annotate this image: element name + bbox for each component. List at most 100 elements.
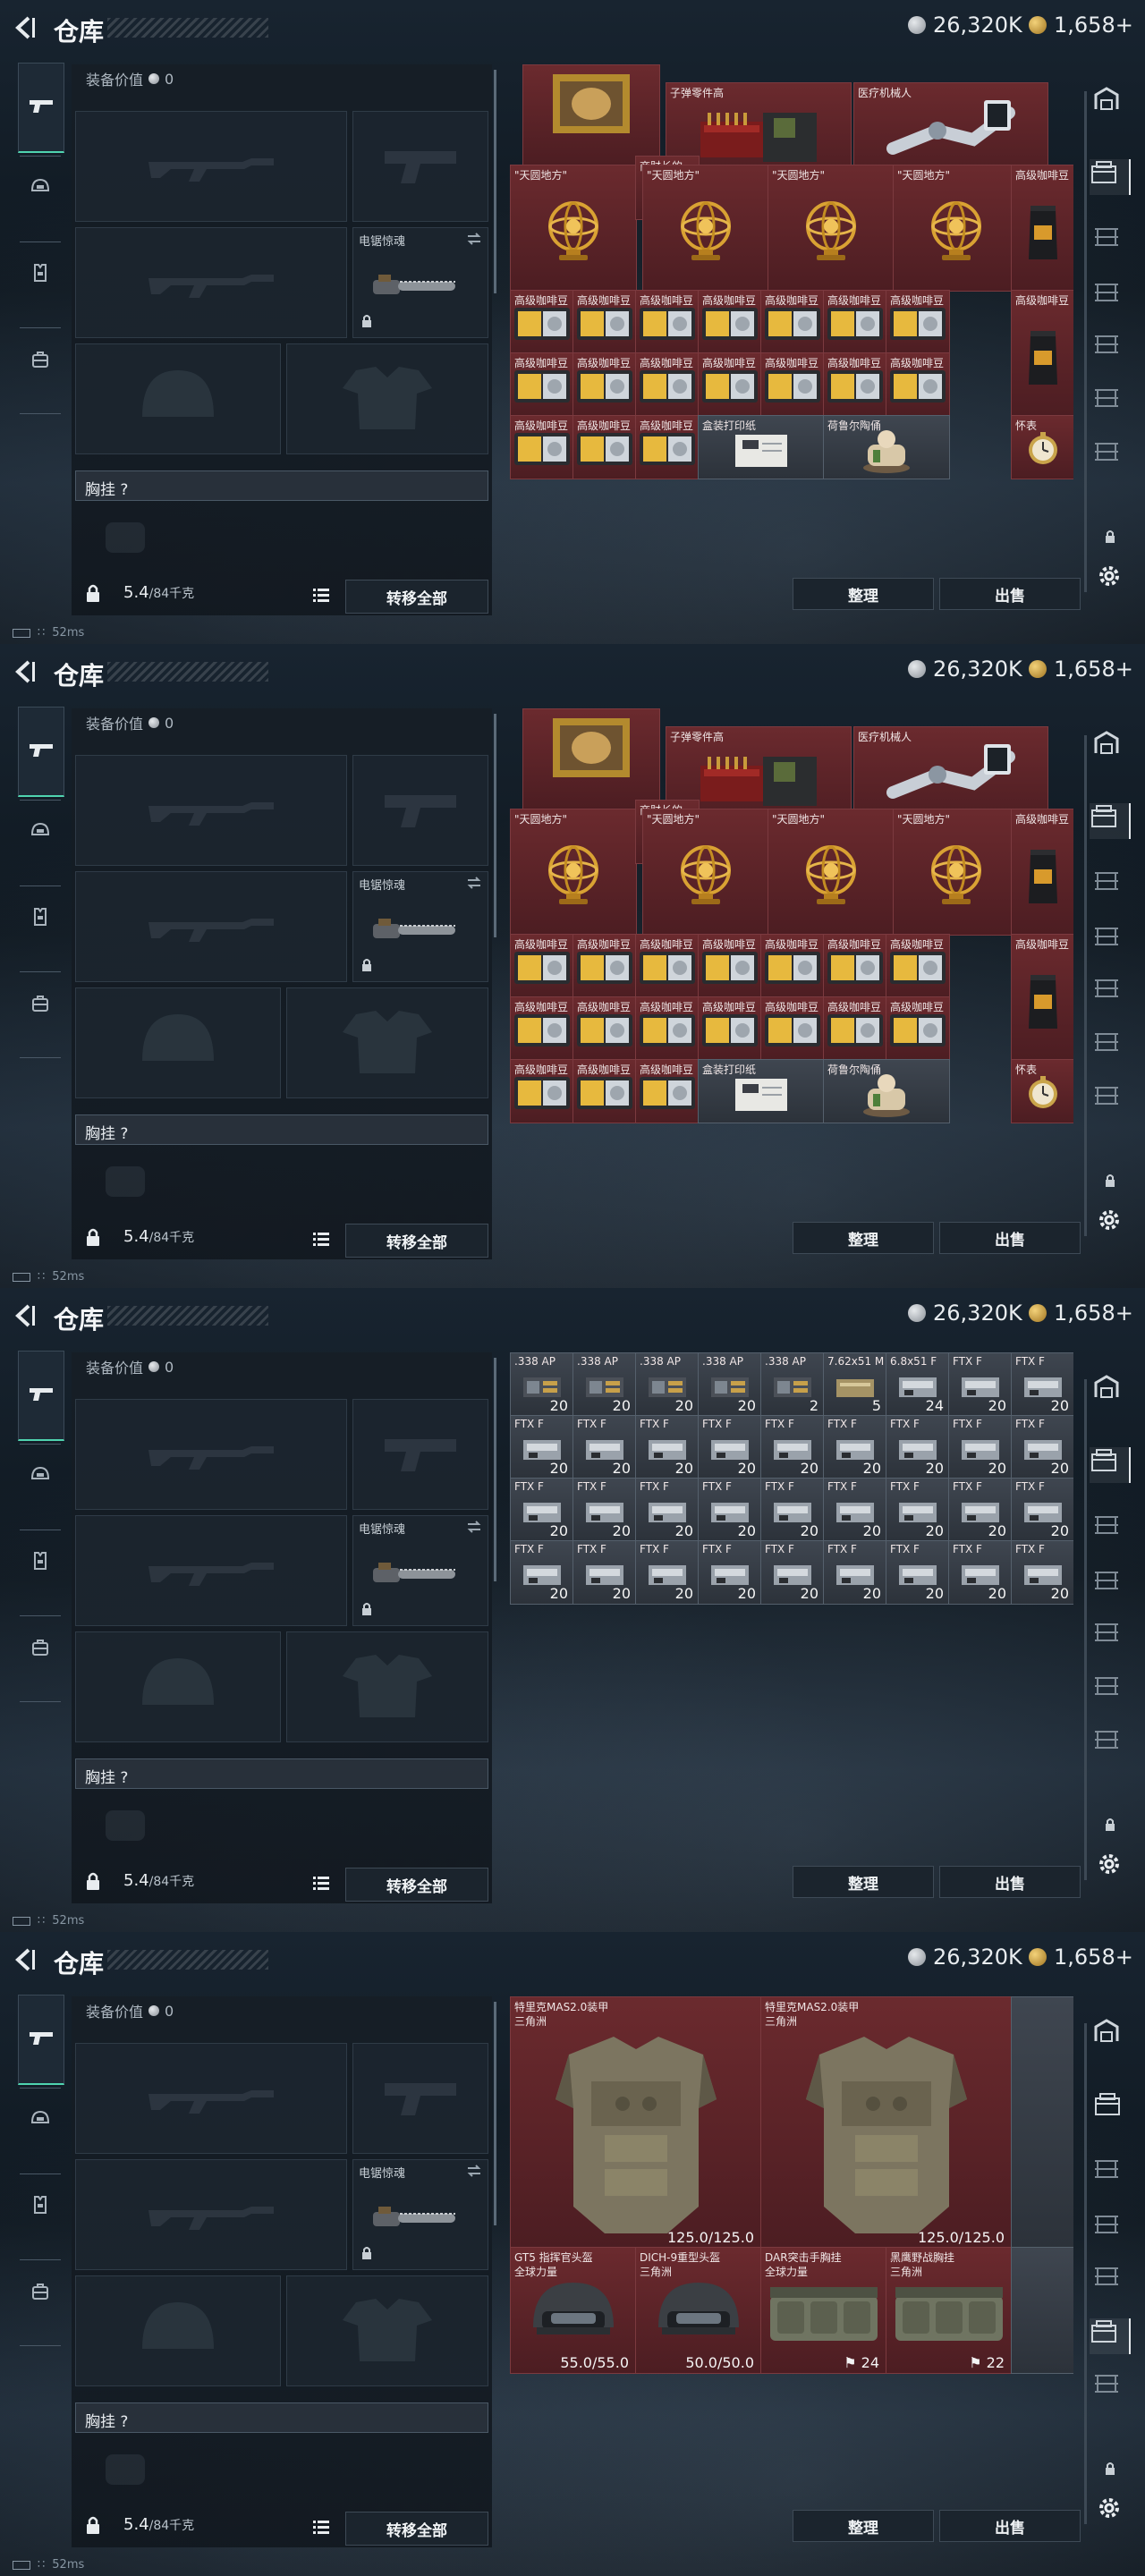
tab-bag[interactable]: [20, 1628, 61, 1669]
storage-tab-7[interactable]: [1093, 440, 1127, 470]
storage-item[interactable]: FTX F 20: [635, 1415, 700, 1479]
storage-slot-empty[interactable]: [1011, 2247, 1073, 2374]
storage-slot-empty[interactable]: [1011, 1996, 1073, 2249]
storage-item[interactable]: 高级咖啡豆: [698, 996, 762, 1061]
storage-item[interactable]: 特里克MAS2.0装甲 三角洲 125.0/125.0: [760, 1996, 1013, 2249]
pistol-slot[interactable]: [352, 111, 488, 222]
storage-tab-2[interactable]: [1093, 2091, 1127, 2122]
storage-item[interactable]: FTX F 20: [823, 1540, 887, 1605]
storage-scrollbar[interactable]: [1084, 1379, 1087, 1880]
helmet-slot[interactable]: [75, 987, 281, 1098]
transfer-all-button[interactable]: 转移全部: [345, 1224, 488, 1258]
storage-tab-3[interactable]: [1093, 1513, 1127, 1544]
storage-item[interactable]: FTX F 20: [948, 1352, 1013, 1417]
storage-item[interactable]: 高级咖啡豆: [635, 996, 700, 1061]
gold-currency[interactable]: 1,658+: [1029, 1945, 1133, 1970]
storage-item[interactable]: FTX F 20: [572, 1540, 637, 1605]
primary-weapon-slot[interactable]: [75, 111, 347, 222]
helmet-slot[interactable]: [75, 2275, 281, 2386]
storage-item[interactable]: FTX F 20: [698, 1415, 762, 1479]
sell-button[interactable]: 出售: [939, 2510, 1081, 2542]
tab-armor[interactable]: [20, 812, 61, 853]
storage-item[interactable]: 高级咖啡豆: [510, 996, 574, 1061]
pistol-slot[interactable]: [352, 755, 488, 866]
armor-slot[interactable]: [286, 343, 488, 454]
storage-scrollbar[interactable]: [1084, 91, 1087, 592]
storage-item[interactable]: FTX F 20: [948, 1540, 1013, 1605]
gear-icon[interactable]: [1097, 2496, 1122, 2524]
pistol-slot[interactable]: [352, 2043, 488, 2154]
gold-currency[interactable]: 1,658+: [1029, 657, 1133, 682]
storage-item[interactable]: 高级咖啡豆: [823, 934, 887, 998]
storage-item[interactable]: 高级咖啡豆: [1011, 934, 1073, 1061]
storage-item[interactable]: DICH-9重型头盔 三角洲 50.0/50.0: [635, 2247, 762, 2374]
storage-item[interactable]: 荷鲁尔陶俑: [823, 1059, 950, 1123]
primary-weapon-slot[interactable]: [75, 2043, 347, 2154]
storage-item[interactable]: 高级咖啡豆: [572, 934, 637, 998]
storage-item[interactable]: 怀表: [1011, 415, 1073, 479]
storage-item[interactable]: [522, 708, 660, 810]
storage-item[interactable]: FTX F 20: [760, 1478, 825, 1542]
back-arrow-icon[interactable]: [11, 1302, 36, 1329]
tab-bag[interactable]: [20, 2272, 61, 2313]
storage-item[interactable]: "天圆地方": [768, 165, 895, 292]
silver-currency[interactable]: 26,320K: [908, 1945, 1022, 1970]
back-arrow-icon[interactable]: [11, 1946, 36, 1973]
storage-item[interactable]: 6.8x51 F 24: [886, 1352, 950, 1417]
tab-bag[interactable]: [20, 984, 61, 1025]
storage-item[interactable]: FTX F 20: [635, 1478, 700, 1542]
storage-item[interactable]: .338 AP 20: [635, 1352, 700, 1417]
storage-item[interactable]: FTX F 20: [823, 1415, 887, 1479]
storage-item[interactable]: "天圆地方": [642, 165, 769, 292]
gold-currency[interactable]: 1,658+: [1029, 13, 1133, 38]
storage-item[interactable]: FTX F 20: [510, 1540, 574, 1605]
storage-item[interactable]: FTX F 20: [698, 1540, 762, 1605]
loadout-scrollbar[interactable]: [494, 2002, 496, 2225]
storage-item[interactable]: FTX F 20: [886, 1478, 950, 1542]
storage-item[interactable]: "天圆地方": [510, 165, 637, 292]
storage-item[interactable]: FTX F 20: [1011, 1478, 1073, 1542]
storage-tab-3[interactable]: [1093, 869, 1127, 900]
storage-item[interactable]: 高级咖啡豆: [572, 415, 637, 479]
storage-item[interactable]: .338 AP 20: [698, 1352, 762, 1417]
storage-item[interactable]: 高级咖啡豆: [635, 934, 700, 998]
storage-item[interactable]: 高级咖啡豆: [823, 352, 887, 417]
pistol-slot[interactable]: [352, 1399, 488, 1510]
armor-slot[interactable]: [286, 1631, 488, 1742]
storage-item[interactable]: 盒装打印纸: [698, 1059, 825, 1123]
storage-item[interactable]: 高级咖啡豆: [823, 290, 887, 354]
storage-item[interactable]: FTX F 20: [572, 1415, 637, 1479]
storage-item[interactable]: 高级咖啡豆: [572, 290, 637, 354]
storage-tab-5[interactable]: [1093, 333, 1127, 363]
storage-tab-4[interactable]: [1093, 2213, 1127, 2243]
transfer-all-button[interactable]: 转移全部: [345, 1868, 488, 1902]
storage-item[interactable]: FTX F 20: [635, 1540, 700, 1605]
tab-armor[interactable]: [20, 2100, 61, 2141]
tab-weapons[interactable]: [18, 707, 64, 797]
chest-rig-slot[interactable]: 胸挂 ?: [75, 470, 488, 501]
storage-tab-2[interactable]: [1090, 803, 1131, 839]
tab-armor[interactable]: [20, 1456, 61, 1497]
storage-tab-4[interactable]: [1093, 281, 1127, 311]
loadout-scrollbar[interactable]: [494, 1358, 496, 1581]
storage-item[interactable]: 盒装打印纸: [698, 415, 825, 479]
list-icon[interactable]: [313, 1231, 329, 1247]
storage-item[interactable]: FTX F 20: [1011, 1352, 1073, 1417]
list-icon[interactable]: [313, 1875, 329, 1891]
storage-scrollbar[interactable]: [1084, 2023, 1087, 2524]
storage-item[interactable]: .338 AP 20: [572, 1352, 637, 1417]
tab-weapons[interactable]: [18, 1351, 64, 1441]
storage-item[interactable]: FTX F 20: [886, 1540, 950, 1605]
back-arrow-icon[interactable]: [11, 14, 36, 41]
storage-item[interactable]: DAR突击手胸挂 全球力量 ⚑ 24: [760, 2247, 887, 2374]
primary-weapon-slot[interactable]: [75, 755, 347, 866]
storage-tab-3[interactable]: [1093, 2157, 1127, 2188]
storage-item[interactable]: "天圆地方": [893, 809, 1020, 936]
storage-item[interactable]: GT5 指挥官头盔 全球力量 55.0/55.0: [510, 2247, 637, 2374]
storage-tab-7[interactable]: [1093, 2372, 1127, 2402]
storage-tab-6[interactable]: [1090, 2318, 1131, 2354]
storage-item[interactable]: FTX F 20: [760, 1415, 825, 1479]
transfer-all-button[interactable]: 转移全部: [345, 580, 488, 614]
storage-item[interactable]: FTX F 20: [948, 1478, 1013, 1542]
armor-slot[interactable]: [286, 987, 488, 1098]
